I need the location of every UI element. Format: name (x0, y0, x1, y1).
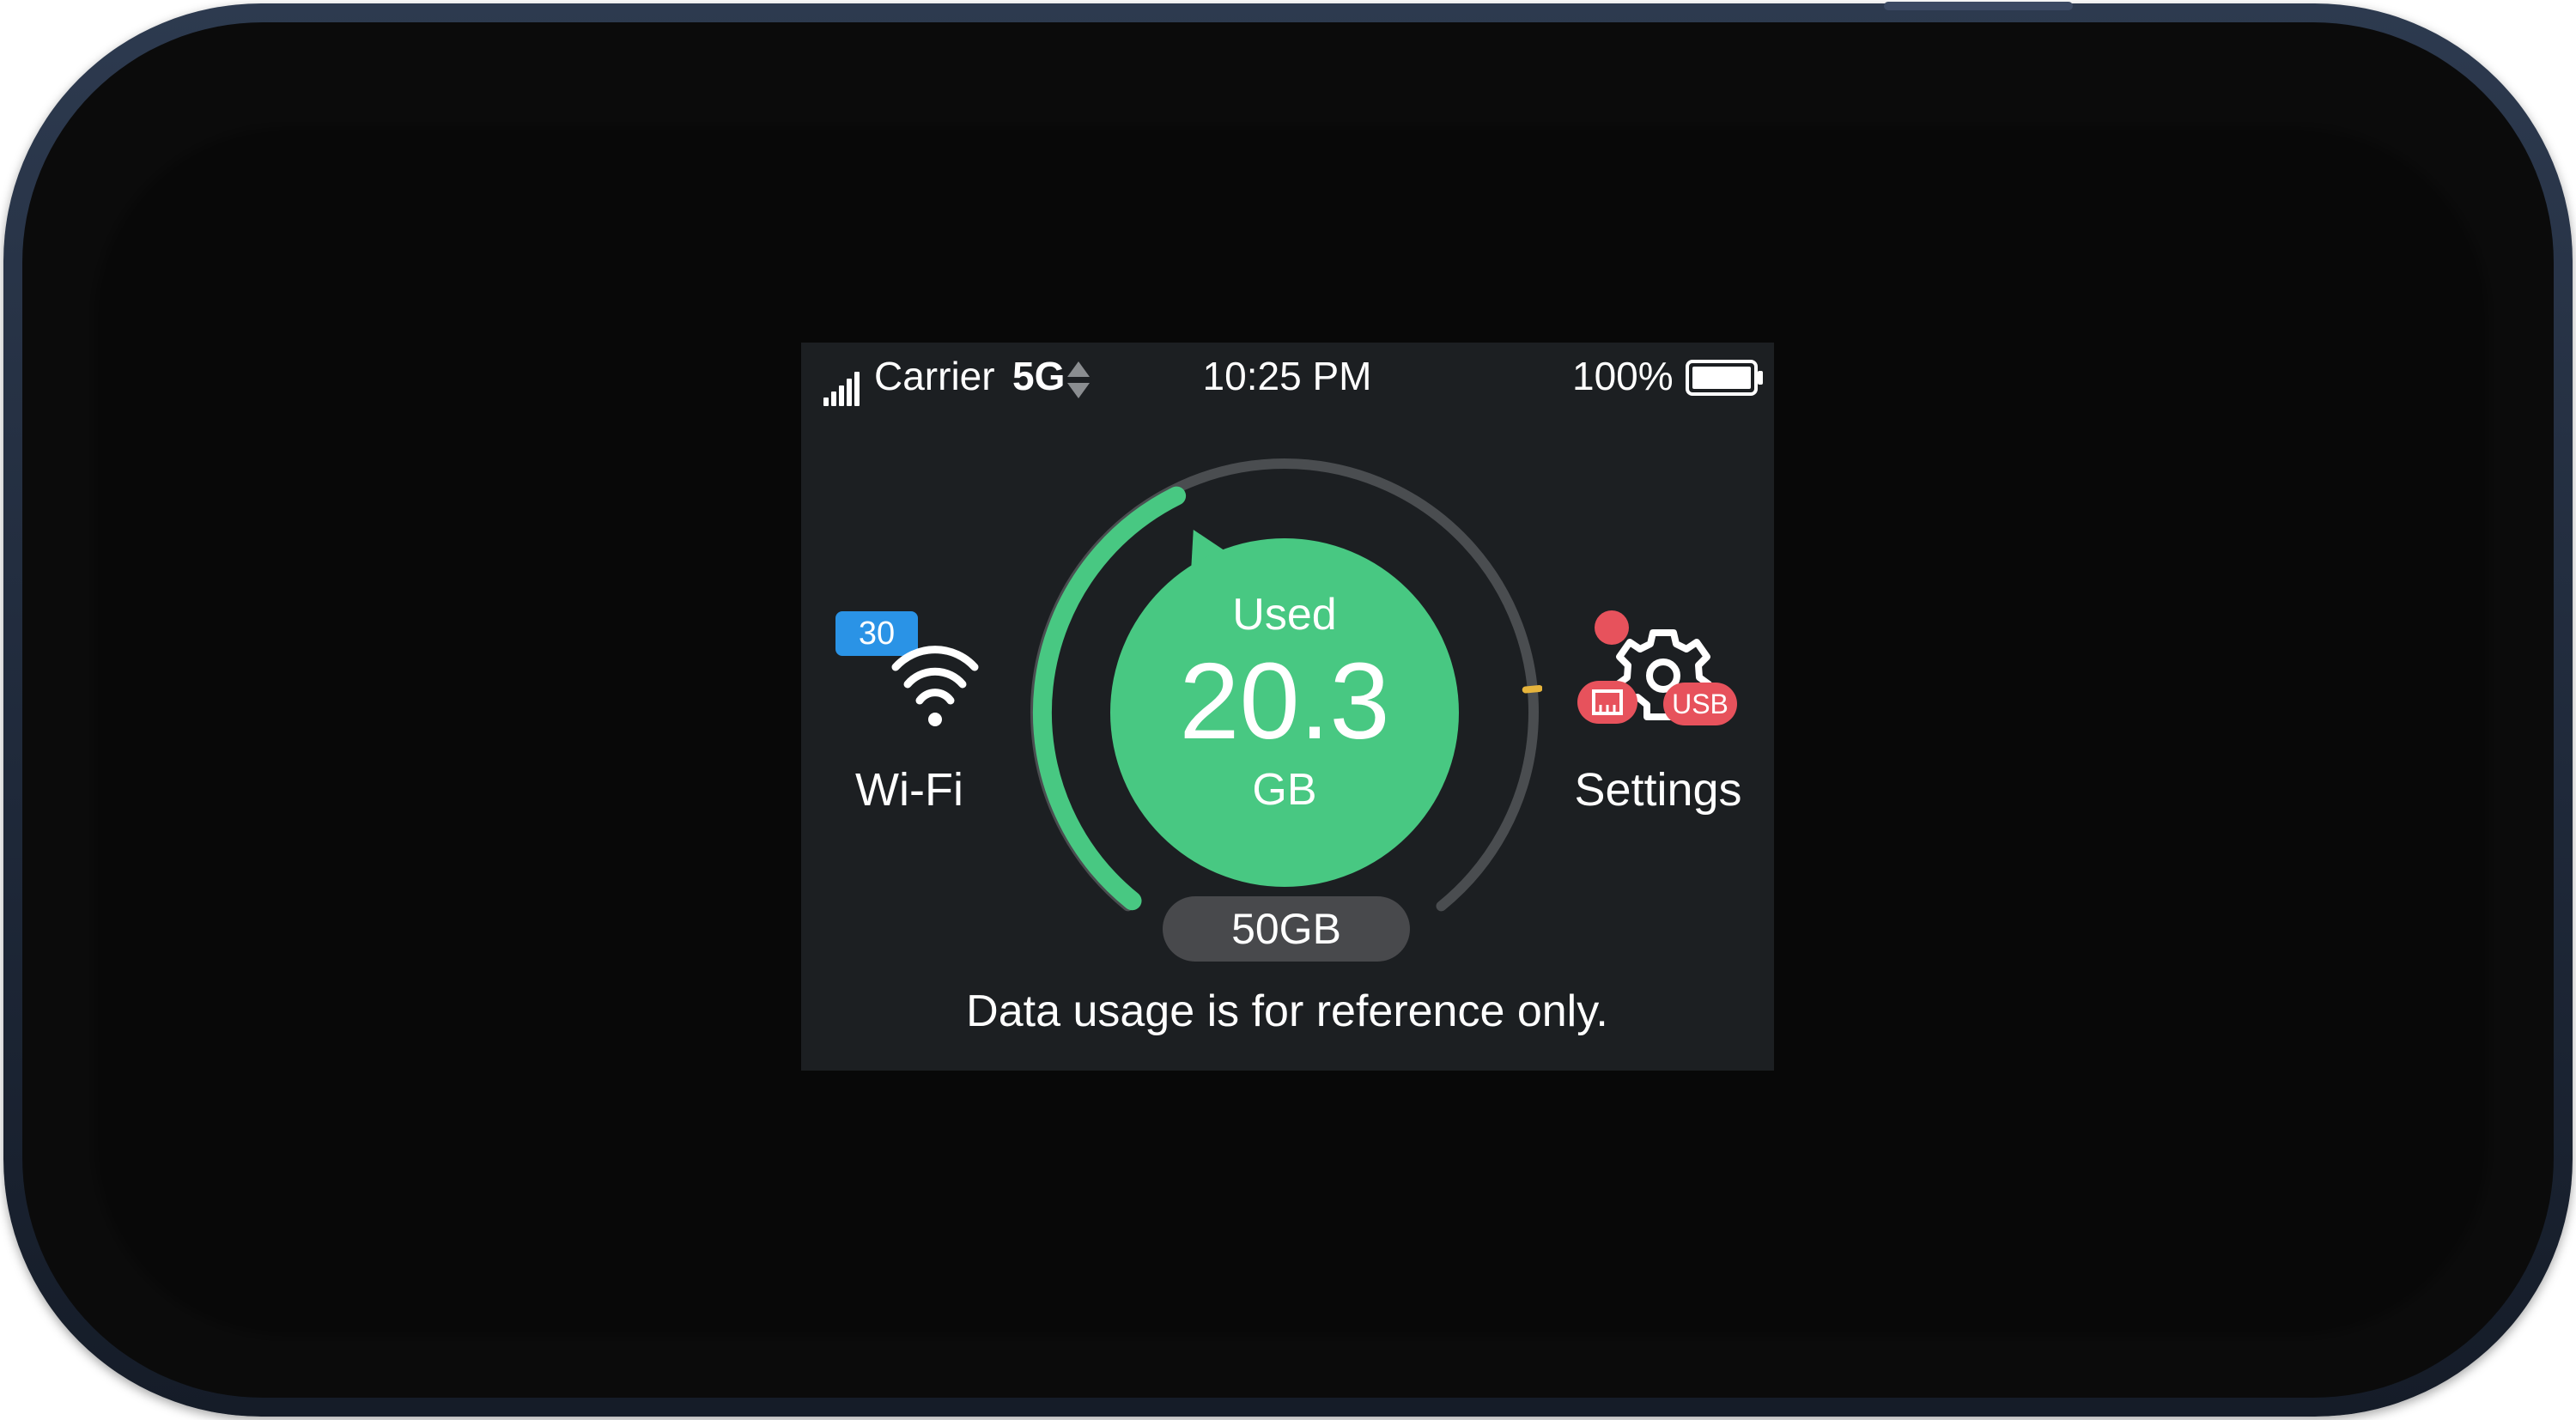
power-button[interactable] (1884, 2, 2073, 10)
wifi-label[interactable]: Wi-Fi (835, 766, 983, 814)
usb-badge-text: USB (1672, 689, 1728, 719)
settings-label[interactable]: Settings (1555, 766, 1761, 814)
used-unit: GB (1252, 765, 1317, 815)
network-type: 5G (1012, 354, 1066, 398)
alert-dot (1595, 610, 1629, 645)
data-limit-pill[interactable]: 50GB (1163, 896, 1410, 962)
used-label: Used (1232, 590, 1337, 640)
signal-strength-icon (823, 372, 860, 406)
used-value: 20.3 (1179, 640, 1390, 762)
data-transfer-arrows-icon (1067, 361, 1090, 398)
wifi-icon[interactable] (870, 619, 999, 731)
clock-time: 10:25 PM (1202, 354, 1372, 398)
gauge-warning-tick (1522, 684, 1542, 694)
settings-icon[interactable]: USB (1577, 609, 1741, 737)
usage-disclaimer: Data usage is for reference only. (966, 986, 1608, 1036)
battery-percent: 100% (1572, 354, 1674, 398)
carrier-name: Carrier (874, 354, 995, 398)
lcd-screen: Carrier 5G 10:25 PM 100% 30 Wi-Fi Used 2… (801, 343, 1774, 1071)
ethernet-icon (1577, 681, 1637, 724)
battery-icon (1686, 360, 1763, 396)
